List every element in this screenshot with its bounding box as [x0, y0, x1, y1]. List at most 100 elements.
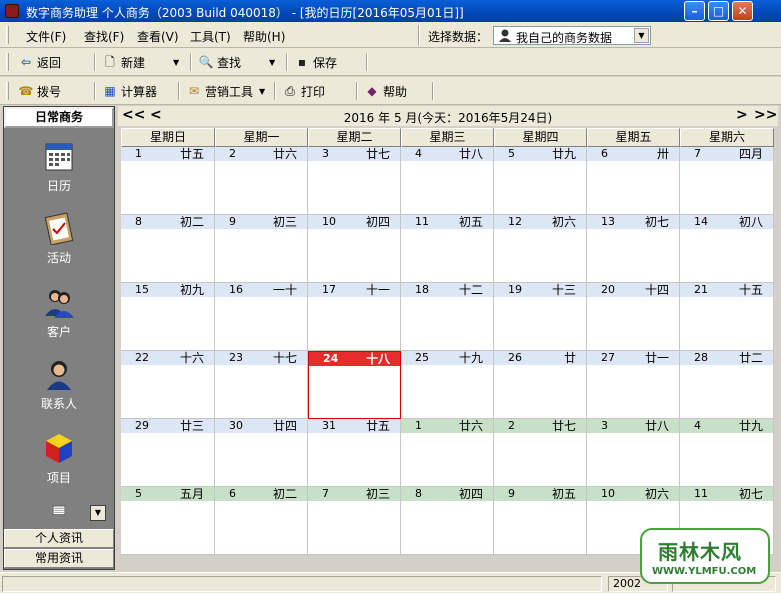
nav-item-calendar[interactable]: 日历 — [4, 139, 114, 194]
calendar-day-cell[interactable]: 16 一十 — [215, 283, 308, 351]
day-number: 19 — [508, 283, 522, 296]
menu-find[interactable]: 查找(F) — [84, 28, 124, 45]
calendar-day-cell[interactable]: 28 廿二 — [680, 351, 774, 419]
close-button[interactable]: ✕ — [732, 1, 753, 21]
window-title: 数字商务助理 个人商务（2003 Build 040018） - [我的日历[2… — [26, 6, 464, 20]
dial-button[interactable]: ☎ 拨号 — [18, 82, 62, 100]
calendar-day-cell[interactable]: 23 十七 — [215, 351, 308, 419]
calendar-day-cell[interactable]: 7 四月 — [680, 147, 774, 215]
next-year-button[interactable]: >> — [754, 107, 777, 123]
calendar-day-cell[interactable]: 20 十四 — [587, 283, 680, 351]
prev-month-button[interactable]: < — [150, 107, 162, 123]
calendar-day-cell[interactable]: 4 廿九 — [680, 419, 774, 487]
calendar-day-cell[interactable]: 1 廿五 — [121, 147, 215, 215]
weekday-header: 星期五 — [587, 128, 680, 147]
calendar-day-cell[interactable]: 12 初六 — [494, 215, 587, 283]
nav-item-label: 联系人 — [40, 397, 77, 411]
back-button[interactable]: ⇦ 返回 — [18, 53, 61, 71]
search-icon: 🔍 — [198, 55, 214, 69]
next-month-button[interactable]: > — [736, 107, 748, 123]
new-button[interactable]: 🗋 新建 ▼ — [102, 53, 179, 71]
calendar-day-cell[interactable]: 25 十九 — [401, 351, 494, 419]
calendar-day-cell[interactable]: 30 廿四 — [215, 419, 308, 487]
calendar-day-cell[interactable]: 7 初三 — [308, 487, 401, 555]
marketing-tools-button[interactable]: ✉ 营销工具 ▼ — [186, 82, 265, 100]
calendar-day-cell-today[interactable]: 24 十八 — [308, 351, 401, 419]
calendar-day-cell[interactable]: 27 廿一 — [587, 351, 680, 419]
menu-file[interactable]: 文件(F) — [26, 28, 66, 45]
calendar-day-cell[interactable]: 14 初八 — [680, 215, 774, 283]
calendar-day-cell[interactable]: 5 廿九 — [494, 147, 587, 215]
calendar-day-cell[interactable]: 8 初四 — [401, 487, 494, 555]
help-label: 帮助 — [383, 84, 408, 99]
data-select-dropdown[interactable]: 我自己的商务数据 ▼ — [493, 26, 651, 45]
lunar-date: 廿五 — [365, 419, 390, 433]
menu-view[interactable]: 查看(V) — [137, 28, 179, 45]
calendar-day-cell[interactable]: 13 初七 — [587, 215, 680, 283]
find-button[interactable]: 🔍 查找 ▼ — [198, 53, 276, 71]
nav-scroll-down-button[interactable]: ▼ — [90, 505, 106, 521]
calendar-day-cell[interactable]: 10 初四 — [308, 215, 401, 283]
calendar-day-cell[interactable]: 17 十一 — [308, 283, 401, 351]
maximize-button[interactable]: □ — [708, 1, 729, 21]
calendar-day-cell[interactable]: 3 廿七 — [308, 147, 401, 215]
chevron-down-icon[interactable]: ▼ — [173, 58, 179, 67]
nav-tab-personal-info[interactable]: 个人资讯 — [4, 529, 114, 548]
calendar-day-cell[interactable]: 2 廿六 — [215, 147, 308, 215]
help-button[interactable]: ◆ 帮助 — [364, 82, 407, 100]
calendar-day-cell[interactable]: 9 初三 — [215, 215, 308, 283]
prev-year-button[interactable]: << — [122, 107, 145, 123]
chevron-down-icon[interactable]: ▼ — [259, 87, 265, 96]
calendar-day-cell[interactable]: 11 初五 — [401, 215, 494, 283]
lunar-date: 十八 — [365, 352, 390, 366]
lunar-date: 廿四 — [272, 419, 297, 433]
main-toolbar: ⇦ 返回 🗋 新建 ▼ 🔍 查找 ▼ ▪ 保存 — [0, 48, 781, 76]
nav-item-activity[interactable]: 活动 — [4, 211, 114, 266]
lunar-date: 十六 — [179, 351, 204, 365]
calendar-day-cell[interactable]: 2 廿七 — [494, 419, 587, 487]
lunar-date: 廿八 — [458, 147, 483, 161]
calendar-day-cell[interactable]: 8 初二 — [121, 215, 215, 283]
calendar-day-cell[interactable]: 5 五月 — [121, 487, 215, 555]
day-number: 5 — [135, 487, 142, 500]
day-number: 15 — [135, 283, 149, 296]
calendar-day-cell[interactable]: 18 十二 — [401, 283, 494, 351]
nav-group-header[interactable]: 日常商务 — [4, 107, 114, 128]
lunar-date: 十四 — [644, 283, 669, 297]
calendar-day-cell[interactable]: 1 廿六 — [401, 419, 494, 487]
day-number: 31 — [322, 419, 336, 432]
calendar-day-cell[interactable]: 4 廿八 — [401, 147, 494, 215]
calendar-day-cell[interactable]: 19 十三 — [494, 283, 587, 351]
calendar-day-cell[interactable]: 6卅 — [587, 147, 680, 215]
chevron-down-icon[interactable]: ▼ — [269, 58, 275, 67]
menu-tools[interactable]: 工具(T) — [190, 28, 231, 45]
nav-item-projects[interactable]: 项目 — [4, 431, 114, 486]
calendar-day-cell[interactable]: 3 廿八 — [587, 419, 680, 487]
nav-item-customers[interactable]: 客户 — [4, 285, 114, 340]
calculator-button[interactable]: ▦ 计算器 — [102, 82, 157, 100]
day-number: 11 — [694, 487, 708, 500]
weekday-header: 星期三 — [401, 128, 494, 147]
chevron-down-icon[interactable]: ▼ — [634, 28, 649, 43]
nav-tab-common-info[interactable]: 常用资讯 — [4, 549, 114, 568]
lunar-date: 十七 — [272, 351, 297, 365]
calendar-day-cell[interactable]: 9 初五 — [494, 487, 587, 555]
calendar-day-cell[interactable]: 31 廿五 — [308, 419, 401, 487]
calendar-day-cell[interactable]: 29 廿三 — [121, 419, 215, 487]
calendar-day-cell[interactable]: 22 十六 — [121, 351, 215, 419]
toolbar-separator — [190, 53, 192, 71]
print-button[interactable]: ⎙ 打印 — [282, 82, 325, 100]
menu-help[interactable]: 帮助(H) — [243, 28, 285, 45]
toolbar-separator — [286, 53, 288, 71]
nav-item-contacts[interactable]: 联系人 — [4, 357, 114, 412]
calendar-day-cell[interactable]: 15 初九 — [121, 283, 215, 351]
watermark-url: WWW.YLMFU.COM — [652, 566, 757, 577]
save-button[interactable]: ▪ 保存 — [294, 53, 337, 71]
calendar-day-cell[interactable]: 21 十五 — [680, 283, 774, 351]
menu-separator — [418, 25, 420, 45]
calendar-day-cell[interactable]: 6 初二 — [215, 487, 308, 555]
save-disk-icon: ▪ — [297, 55, 307, 69]
calendar-day-cell[interactable]: 26 廿 — [494, 351, 587, 419]
minimize-button[interactable]: – — [684, 1, 705, 21]
weekday-header: 星期二 — [308, 128, 401, 147]
